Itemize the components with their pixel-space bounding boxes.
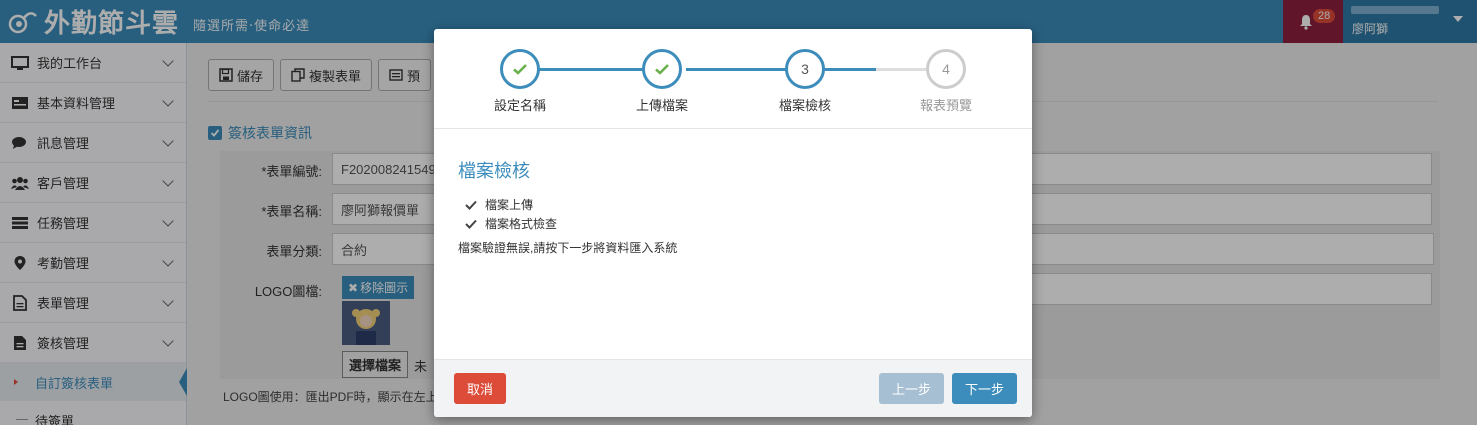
step-3-circle: 3 xyxy=(785,49,825,89)
checkmark-icon xyxy=(655,64,669,75)
check-item: 檔案上傳 xyxy=(458,195,1008,214)
checkmark-icon xyxy=(465,200,477,210)
check-item-label: 檔案格式檢查 xyxy=(485,217,558,231)
next-step-button[interactable]: 下一步 xyxy=(952,373,1017,404)
step-2-circle xyxy=(642,49,682,89)
modal-step-title: 檔案檢核 xyxy=(458,161,530,181)
check-item: 檔案格式檢查 xyxy=(458,214,1008,233)
step-1-circle xyxy=(500,49,540,89)
step-2-label: 上傳檔案 xyxy=(635,98,688,113)
step-connector-current xyxy=(824,68,876,71)
checkmark-icon xyxy=(465,219,477,229)
step-3-label: 檔案檢核 xyxy=(778,98,831,113)
modal-footer: 取消 上一步 下一步 xyxy=(434,359,1032,417)
step-4-circle: 4 xyxy=(926,49,966,89)
check-item-label: 檔案上傳 xyxy=(485,198,534,212)
wizard-steps: 3 4 設定名稱 上傳檔案 檔案檢核 報表預覽 xyxy=(434,29,1032,129)
previous-step-button[interactable]: 上一步 xyxy=(879,373,944,404)
import-wizard-modal: 3 4 設定名稱 上傳檔案 檔案檢核 報表預覽 檔案檢核 檔案上傳 檔案格式檢查… xyxy=(434,29,1032,417)
modal-body: 檔案檢核 檔案上傳 檔案格式檢查 檔案驗證無誤,請按下一步將資料匯入系統 xyxy=(458,157,1008,256)
check-list: 檔案上傳 檔案格式檢查 xyxy=(458,195,1008,233)
cancel-button[interactable]: 取消 xyxy=(454,373,506,404)
step-4-label: 報表預覽 xyxy=(919,98,972,113)
step-connector-pending xyxy=(876,68,926,71)
validation-message: 檔案驗證無誤,請按下一步將資料匯入系統 xyxy=(458,241,678,255)
step-1-label: 設定名稱 xyxy=(493,98,546,113)
checkmark-icon xyxy=(513,64,527,75)
